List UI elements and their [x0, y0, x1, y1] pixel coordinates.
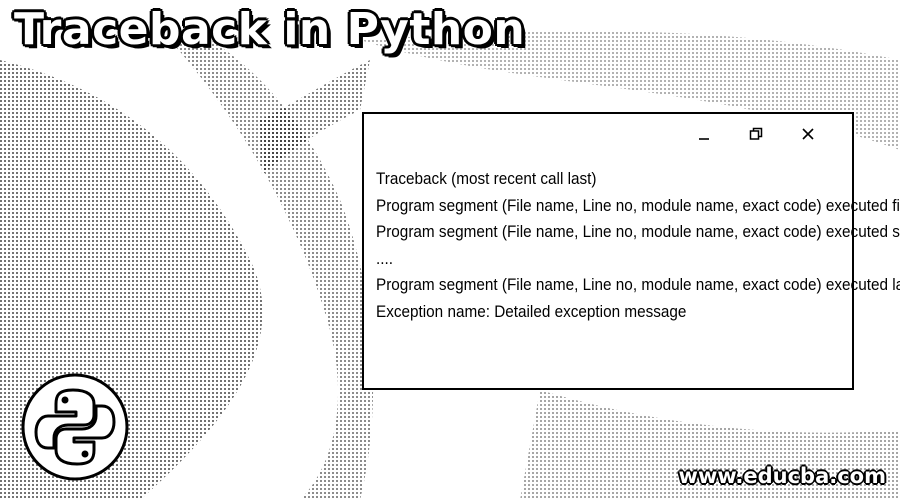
- traceback-text: Traceback (most recent call last) Progra…: [376, 166, 900, 325]
- minimize-icon: [699, 138, 709, 140]
- minimize-button[interactable]: [678, 122, 730, 146]
- traceback-line: Traceback (most recent call last): [376, 169, 597, 188]
- traceback-line: Program segment (File name, Line no, mod…: [376, 222, 900, 241]
- traceback-line: ....: [376, 248, 394, 268]
- close-button[interactable]: [782, 122, 834, 146]
- restore-button[interactable]: [730, 122, 782, 146]
- page-title: Traceback in Python: [14, 4, 526, 55]
- python-logo-icon: [21, 373, 129, 481]
- restore-icon: [749, 127, 763, 140]
- console-window: Traceback (most recent call last) Progra…: [362, 112, 900, 390]
- close-icon: [802, 128, 814, 140]
- window-controls: [678, 122, 834, 146]
- site-url: www.educba.com: [678, 464, 886, 488]
- traceback-line: Program segment (File name, Line no, mod…: [376, 195, 900, 215]
- traceback-line: Program segment (File name, Line no, mod…: [376, 275, 900, 294]
- traceback-line: Exception name: Detailed exception messa…: [376, 301, 687, 321]
